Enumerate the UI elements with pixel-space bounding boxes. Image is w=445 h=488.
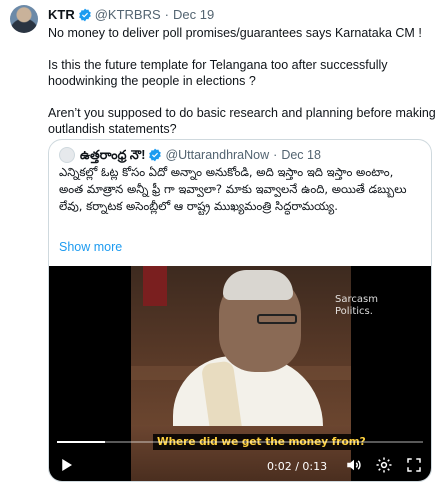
verified-badge-icon — [149, 148, 162, 162]
tweet-paragraph: Aren’t you supposed to do basic research… — [48, 106, 436, 136]
tweet-paragraph: Is this the future template for Telangan… — [48, 58, 388, 88]
play-icon[interactable] — [57, 456, 75, 474]
volume-icon[interactable] — [345, 456, 363, 474]
tweet-paragraph: No money to deliver poll promises/guaran… — [48, 26, 422, 40]
settings-icon[interactable] — [375, 456, 393, 474]
video-progress-bar[interactable] — [57, 441, 423, 443]
quoted-author-handle: @UttarandhraNow — [165, 148, 270, 162]
video-progress-fill — [57, 441, 105, 443]
video-player[interactable]: Sarcasm Politics. Where did we get the m… — [49, 266, 431, 481]
tweet-text: No money to deliver poll promises/guaran… — [48, 25, 438, 153]
tweet-header: KTR @KTRBRS · Dec 19 — [48, 7, 214, 23]
verified-badge-icon — [78, 8, 91, 22]
video-controls: 0:02 / 0:13 — [49, 452, 431, 478]
quoted-text: ఎన్నికల్లో ఓట్ల కోసం ఏదో అన్నాం అనుకోండి… — [59, 165, 407, 213]
show-more-link[interactable]: Show more — [59, 240, 122, 254]
separator-dot: · — [164, 7, 169, 22]
quoted-date: Dec 18 — [281, 148, 321, 162]
video-watermark: Sarcasm Politics. — [335, 294, 378, 317]
avatar[interactable] — [10, 5, 38, 33]
quoted-avatar — [59, 147, 75, 163]
quoted-header: ఉత్తరాంధ్ర నౌ! @UttarandhraNow · Dec 18 — [59, 147, 321, 163]
separator-dot: · — [273, 148, 278, 162]
quoted-author-name: ఉత్తరాంధ్ర నౌ! — [80, 148, 146, 162]
author-name[interactable]: KTR — [48, 7, 75, 23]
author-handle[interactable]: @KTRBRS — [95, 7, 161, 23]
fullscreen-icon[interactable] — [405, 456, 423, 474]
quoted-tweet[interactable]: ఉత్తరాంధ్ర నౌ! @UttarandhraNow · Dec 18 … — [48, 139, 432, 482]
tweet-date[interactable]: Dec 19 — [173, 7, 214, 23]
video-time: 0:02 / 0:13 — [267, 460, 328, 473]
